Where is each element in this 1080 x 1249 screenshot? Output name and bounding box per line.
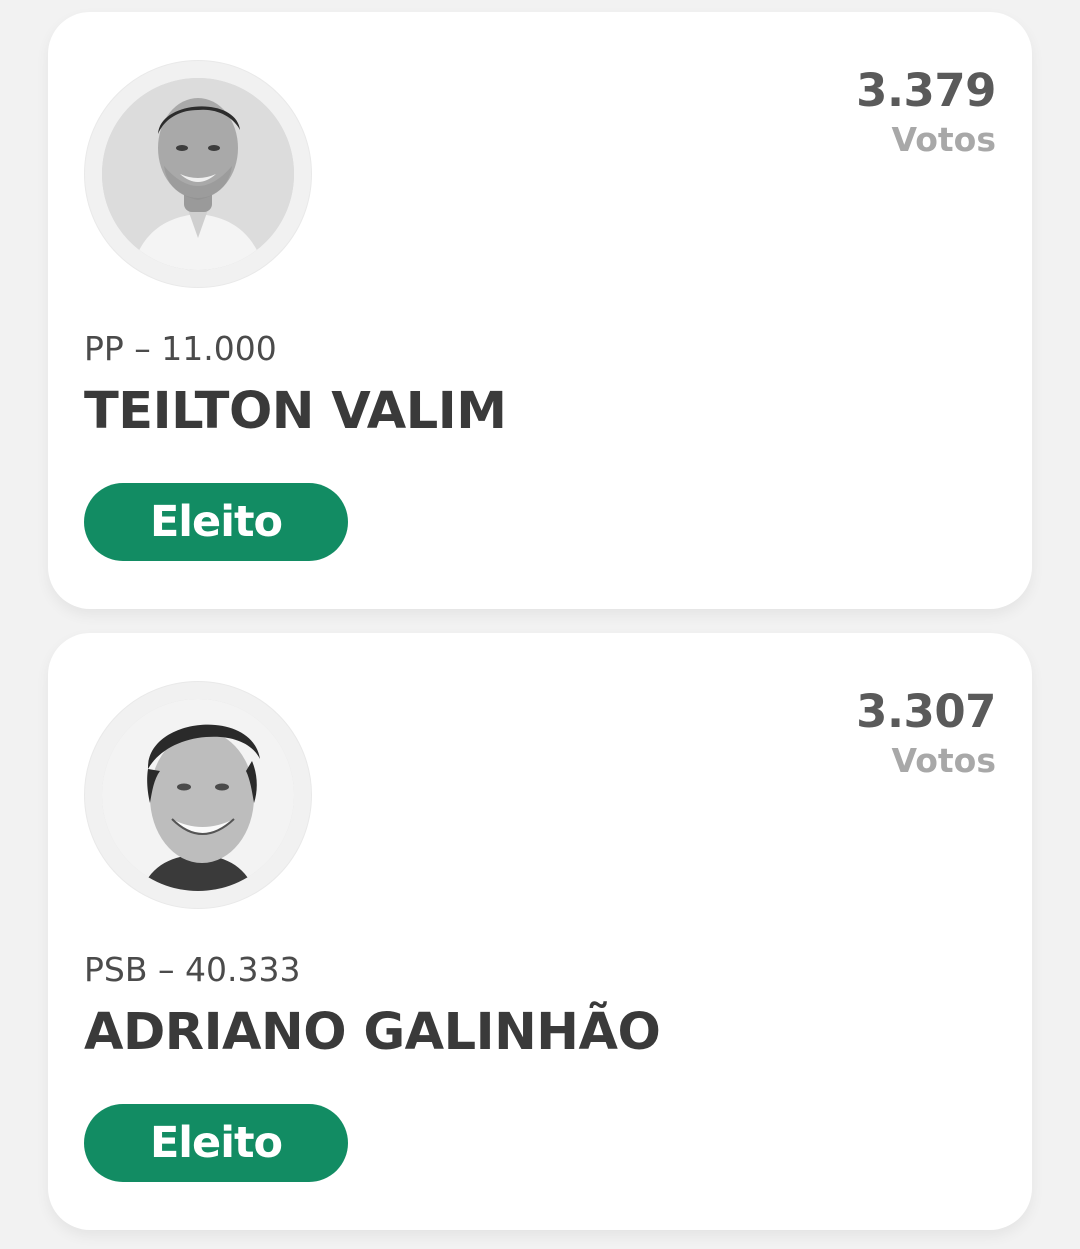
avatar-ring <box>84 60 312 288</box>
votes-count: 3.379 <box>856 64 996 117</box>
candidate-card[interactable]: 3.379 Votos PP – 11.000 TEILTON VALIM El… <box>48 12 1032 609</box>
candidate-avatar <box>102 699 294 891</box>
candidate-name: ADRIANO GALINHÃO <box>84 1003 661 1062</box>
candidate-photo <box>102 78 294 270</box>
candidate-avatar <box>102 78 294 270</box>
candidate-name: TEILTON VALIM <box>84 382 507 441</box>
votes-label: Votos <box>891 120 997 159</box>
candidate-photo <box>102 699 294 891</box>
votes-block: 3.307 Votos <box>856 685 996 781</box>
votes-count: 3.307 <box>856 685 996 738</box>
votes-block: 3.379 Votos <box>856 64 996 160</box>
candidate-card[interactable]: 3.307 Votos PSB – 40.333 ADRIANO GALINHÃ… <box>48 633 1032 1230</box>
candidate-list: 3.379 Votos PP – 11.000 TEILTON VALIM El… <box>0 0 1080 1249</box>
status-badge: Eleito <box>84 1104 348 1182</box>
party-number: PSB – 40.333 <box>84 950 301 989</box>
votes-label: Votos <box>891 741 997 780</box>
avatar-ring <box>84 681 312 909</box>
status-badge: Eleito <box>84 483 348 561</box>
party-number: PP – 11.000 <box>84 329 277 368</box>
